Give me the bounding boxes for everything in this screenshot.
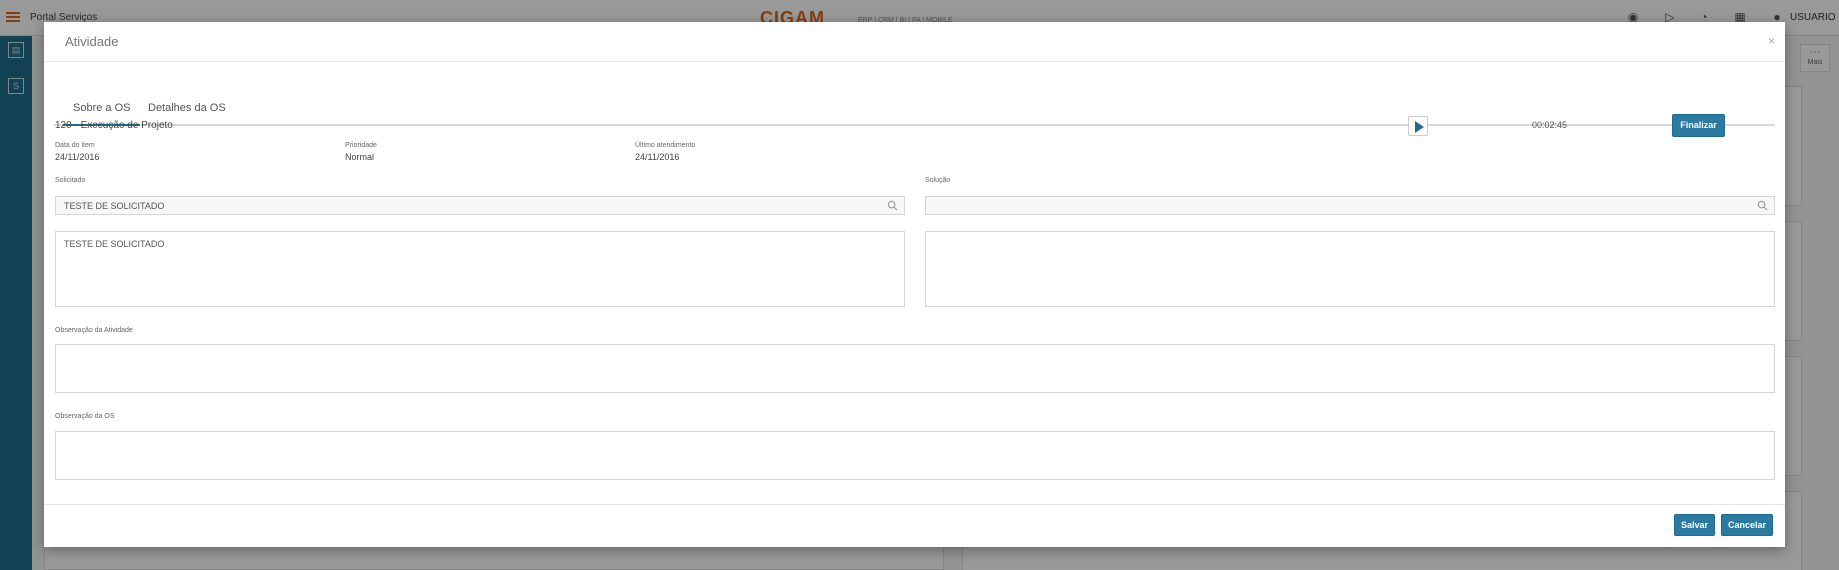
solicitado-text: TESTE DE SOLICITADO xyxy=(64,239,165,249)
solucao-label: Solução xyxy=(925,177,951,184)
meta-label-ultimo-atendimento: Último atendimento xyxy=(635,142,696,149)
cancel-button[interactable]: Cancelar xyxy=(1721,514,1773,536)
obs-os-label: Observação da OS xyxy=(55,413,115,420)
solicitado-lookup-value: TESTE DE SOLICITADO xyxy=(64,201,165,211)
obs-atividade-label: Observação da Atividade xyxy=(55,327,133,334)
solucao-textarea[interactable] xyxy=(925,231,1775,307)
activity-timer: 00:02:45 xyxy=(1532,120,1568,130)
meta-label-data-do-item: Data do item xyxy=(55,142,95,149)
obs-os-textarea[interactable] xyxy=(55,431,1775,480)
modal-title: Atividade xyxy=(65,34,119,49)
tab-bar: Sobre a OS Detalhes da OS xyxy=(54,78,1775,126)
search-icon[interactable] xyxy=(887,200,898,211)
activity-modal: Atividade × Sobre a OS Detalhes da OS 12… xyxy=(44,22,1785,547)
play-button[interactable] xyxy=(1408,116,1428,136)
solicitado-lookup-input[interactable]: TESTE DE SOLICITADO xyxy=(55,196,905,215)
modal-footer xyxy=(44,504,1785,547)
search-icon[interactable] xyxy=(1757,200,1768,211)
obs-atividade-textarea[interactable] xyxy=(55,344,1775,393)
solucao-lookup-input[interactable] xyxy=(925,196,1775,215)
meta-value-ultimo-atendimento: 24/11/2016 xyxy=(635,152,680,162)
finalize-button[interactable]: Finalizar xyxy=(1672,114,1725,137)
activity-title: 120 - Execução de Projeto xyxy=(55,120,173,131)
solicitado-label: Solicitado xyxy=(55,177,86,184)
meta-value-data-do-item: 24/11/2016 xyxy=(55,152,100,162)
play-icon xyxy=(1415,121,1424,133)
meta-value-prioridade: Normal xyxy=(345,152,375,162)
solicitado-textarea[interactable]: TESTE DE SOLICITADO xyxy=(55,231,905,307)
save-button[interactable]: Salvar xyxy=(1674,514,1715,536)
meta-label-prioridade: Prioridade xyxy=(345,142,377,149)
close-icon[interactable]: × xyxy=(1768,34,1775,48)
modal-header: Atividade × xyxy=(44,22,1785,62)
